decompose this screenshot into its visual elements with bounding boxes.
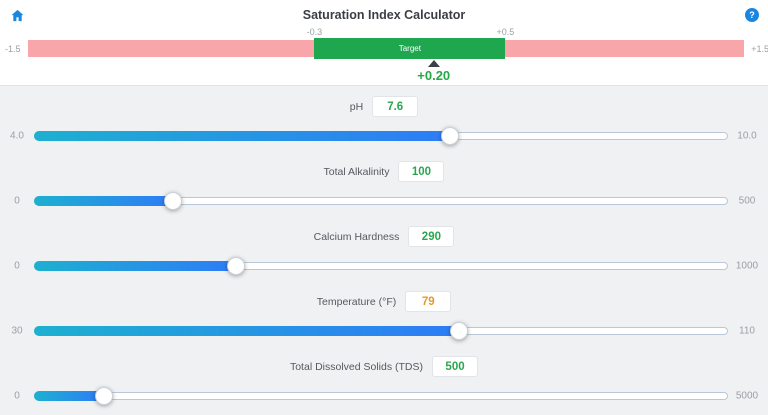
- slider-row-tds: Total Dissolved Solids (TDS) 500 0 5000: [0, 350, 768, 415]
- slider-value-box[interactable]: 79: [405, 291, 451, 312]
- slider-min-label: 4.0: [2, 131, 32, 142]
- slider-track[interactable]: [34, 132, 728, 140]
- slider-value-box[interactable]: 7.6: [372, 96, 418, 117]
- header: Saturation Index Calculator ? -1.5 +1.5 …: [0, 0, 768, 86]
- slider-fill: [34, 261, 236, 271]
- slider-max-label: 110: [726, 326, 768, 337]
- slider-min-label: 0: [2, 196, 32, 207]
- gauge-pointer-icon: [428, 60, 440, 67]
- gauge-target-zone-label: Target: [399, 44, 421, 53]
- slider-value-box[interactable]: 500: [432, 356, 478, 377]
- gauge-current-value: +0.20: [417, 68, 450, 83]
- slider-track[interactable]: [34, 392, 728, 400]
- slider-label: Total Dissolved Solids (TDS): [290, 361, 423, 373]
- sliders-panel: pH 7.6 4.0 10.0 Total Alkalinity 100 0 5…: [0, 87, 768, 415]
- slider-handle[interactable]: [164, 192, 182, 210]
- gauge-target-zone: Target: [314, 38, 505, 59]
- help-icon: ?: [749, 10, 755, 20]
- slider-row-total-alkalinity: Total Alkalinity 100 0 500: [0, 155, 768, 220]
- saturation-index-gauge: -1.5 +1.5 -0.3 +0.5 Target +0.20: [28, 40, 744, 57]
- slider-min-label: 0: [2, 261, 32, 272]
- slider-handle[interactable]: [450, 322, 468, 340]
- slider-handle[interactable]: [227, 257, 245, 275]
- gauge-max-label: +1.5: [751, 44, 768, 54]
- slider-track[interactable]: [34, 197, 728, 205]
- slider-max-label: 1000: [726, 261, 768, 272]
- slider-max-label: 5000: [726, 391, 768, 402]
- slider-value-box[interactable]: 290: [408, 226, 454, 247]
- slider-min-label: 0: [2, 391, 32, 402]
- slider-fill: [34, 131, 450, 141]
- slider-min-label: 30: [2, 326, 32, 337]
- slider-label: Total Alkalinity: [324, 166, 390, 178]
- slider-label: pH: [350, 101, 363, 113]
- slider-track[interactable]: [34, 262, 728, 270]
- help-button[interactable]: ?: [745, 8, 759, 22]
- slider-fill: [34, 196, 173, 206]
- slider-label: Temperature (°F): [317, 296, 396, 308]
- slider-label: Calcium Hardness: [314, 231, 400, 243]
- slider-handle[interactable]: [95, 387, 113, 405]
- gauge-min-label: -1.5: [5, 44, 21, 54]
- slider-row-calcium-hardness: Calcium Hardness 290 0 1000: [0, 220, 768, 285]
- slider-value-box[interactable]: 100: [398, 161, 444, 182]
- gauge-target-min-label: -0.3: [307, 27, 323, 37]
- slider-handle[interactable]: [441, 127, 459, 145]
- slider-max-label: 500: [726, 196, 768, 207]
- page-title: Saturation Index Calculator: [0, 8, 768, 22]
- slider-row-ph: pH 7.6 4.0 10.0: [0, 90, 768, 155]
- gauge-target-max-label: +0.5: [496, 27, 514, 37]
- slider-fill: [34, 326, 459, 336]
- slider-row-temperature: Temperature (°F) 79 30 110: [0, 285, 768, 350]
- slider-fill: [34, 391, 104, 401]
- slider-max-label: 10.0: [726, 131, 768, 142]
- slider-track[interactable]: [34, 327, 728, 335]
